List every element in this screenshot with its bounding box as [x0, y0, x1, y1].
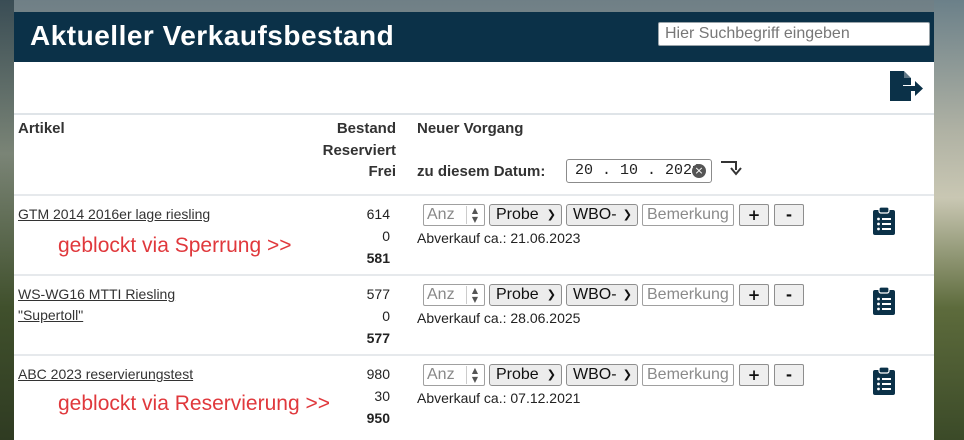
chevron-down-icon: ❯ [622, 368, 632, 381]
frei-value: 950 [366, 410, 390, 426]
wbo-select[interactable]: WBO- ❯ [566, 204, 638, 226]
col-neuer-vorgang: Neuer Vorgang [417, 120, 524, 137]
file-export-icon[interactable] [888, 70, 928, 106]
abverkauf-text: Abverkauf ca.: 07.12.2021 [417, 390, 581, 406]
article-link[interactable]: WS-WG16 MTTI Riesling [18, 284, 175, 304]
frei-value: 577 [366, 330, 390, 346]
header-divider [14, 113, 934, 115]
quantity-stepper[interactable]: Anz ▲ ▼ [423, 284, 485, 306]
col-artikel: Artikel [18, 120, 65, 137]
date-label: zu diesem Datum: [417, 163, 546, 180]
wbo-select-value: WBO- [573, 206, 617, 223]
table-row: ABC 2023 reservierungstest geblockt via … [14, 354, 934, 436]
reserviert-value: 0 [382, 228, 390, 244]
annotation-text: geblockt via Sperrung >> [58, 234, 292, 257]
remark-input[interactable]: Bemerkung [642, 284, 734, 306]
abverkauf-text: Abverkauf ca.: 21.06.2023 [417, 230, 581, 246]
remark-placeholder: Bemerkung [647, 286, 729, 303]
remark-placeholder: Bemerkung [647, 206, 729, 223]
wbo-select[interactable]: WBO- ❯ [566, 364, 638, 386]
chevron-down-icon: ❯ [546, 208, 556, 221]
wbo-select[interactable]: WBO- ❯ [566, 284, 638, 306]
background-left [0, 0, 14, 440]
page-title: Aktueller Verkaufsbestand [30, 20, 395, 51]
bestand-value: 614 [366, 206, 390, 222]
clipboard-list-icon[interactable] [872, 366, 896, 396]
plus-button[interactable]: + [739, 204, 769, 226]
inventory-panel: Aktueller Verkaufsbestand Artikel Bestan… [14, 12, 934, 440]
header-bar: Aktueller Verkaufsbestand [14, 12, 934, 62]
quantity-stepper[interactable]: Anz ▲ ▼ [423, 364, 485, 386]
reserviert-value: 0 [382, 308, 390, 324]
type-select-value: Probe [496, 366, 539, 383]
date-input[interactable]: 20 . 10 . 2021 × [566, 159, 712, 183]
type-select-value: Probe [496, 286, 539, 303]
spin-arrows-icon[interactable]: ▲ ▼ [466, 286, 483, 304]
spin-arrows-icon[interactable]: ▲ ▼ [466, 206, 483, 224]
col-frei: Frei [368, 163, 396, 180]
quantity-placeholder: Anz [427, 206, 455, 223]
quantity-placeholder: Anz [427, 366, 455, 383]
article-link[interactable]: GTM 2014 2016er lage riesling [18, 204, 210, 224]
plus-button[interactable]: + [739, 364, 769, 386]
search-input[interactable] [658, 22, 930, 46]
clear-circle-icon[interactable]: × [692, 164, 706, 178]
chevron-down-icon: ❯ [622, 288, 632, 301]
remark-placeholder: Bemerkung [647, 366, 729, 383]
bestand-value: 980 [366, 366, 390, 382]
wbo-select-value: WBO- [573, 286, 617, 303]
type-select[interactable]: Probe ❯ [489, 204, 562, 226]
minus-button[interactable]: - [774, 364, 804, 386]
type-select[interactable]: Probe ❯ [489, 284, 562, 306]
spin-arrows-icon[interactable]: ▲ ▼ [466, 366, 483, 384]
background-right [934, 0, 964, 440]
corner-arrow-icon[interactable] [720, 158, 744, 176]
clipboard-list-icon[interactable] [872, 206, 896, 236]
chevron-down-icon: ❯ [622, 208, 632, 221]
col-reserviert: Reserviert [322, 142, 396, 159]
plus-button[interactable]: + [739, 284, 769, 306]
remark-input[interactable]: Bemerkung [642, 364, 734, 386]
type-select[interactable]: Probe ❯ [489, 364, 562, 386]
minus-button[interactable]: - [774, 284, 804, 306]
chevron-down-icon: ❯ [546, 288, 556, 301]
quantity-placeholder: Anz [427, 286, 455, 303]
annotation-text: geblockt via Reservierung >> [58, 392, 330, 415]
table-row: GTM 2014 2016er lage riesling geblockt v… [14, 194, 934, 276]
article-link[interactable]: ABC 2023 reservierungstest [18, 364, 193, 384]
minus-button[interactable]: - [774, 204, 804, 226]
article-link-line2[interactable]: "Supertoll" [18, 305, 83, 325]
col-bestand: Bestand [336, 120, 396, 137]
table-row: WS-WG16 MTTI Riesling "Supertoll" 577 0 … [14, 274, 934, 356]
wbo-select-value: WBO- [573, 366, 617, 383]
reserviert-value: 30 [374, 388, 390, 404]
abverkauf-text: Abverkauf ca.: 28.06.2025 [417, 310, 581, 326]
frei-value: 581 [366, 250, 390, 266]
type-select-value: Probe [496, 206, 539, 223]
chevron-down-icon: ❯ [546, 368, 556, 381]
remark-input[interactable]: Bemerkung [642, 204, 734, 226]
clipboard-list-icon[interactable] [872, 286, 896, 316]
date-value: 20 . 10 . 2021 [575, 162, 702, 179]
bestand-value: 577 [366, 286, 390, 302]
quantity-stepper[interactable]: Anz ▲ ▼ [423, 204, 485, 226]
